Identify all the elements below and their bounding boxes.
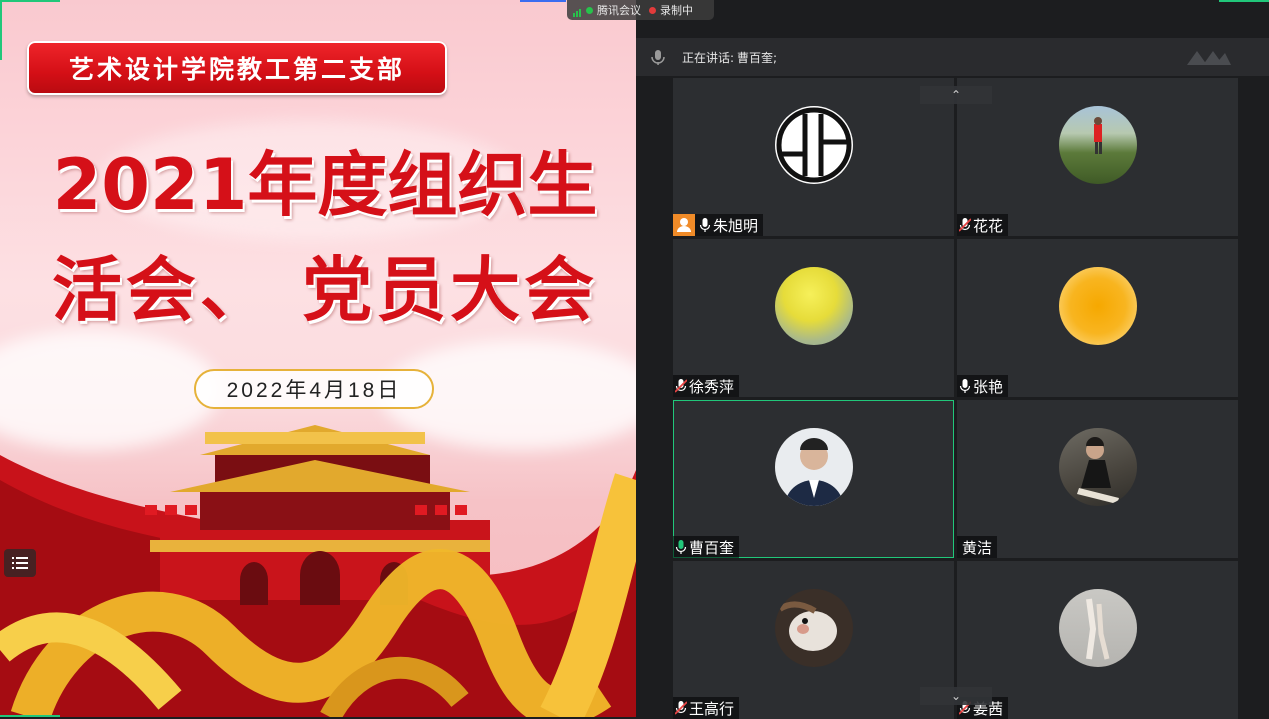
- share-border-corner: [1219, 0, 1269, 2]
- participant-name: 张艳: [973, 377, 1004, 396]
- participant-tile[interactable]: 张艳: [957, 239, 1238, 397]
- participant-nametag: 王高行: [673, 697, 740, 719]
- participant-tile[interactable]: 王高行: [673, 561, 954, 719]
- slide-date: 2022年4月18日: [194, 369, 434, 409]
- slide-title-line2: 活会、 党员大会: [51, 249, 599, 331]
- share-border-corner: [0, 0, 60, 2]
- participant-nametag: 花花: [957, 214, 1009, 236]
- mic-icon: [651, 50, 665, 65]
- mic-muted-icon: [959, 218, 971, 232]
- list-icon: [12, 557, 28, 569]
- mic-muted-icon: [675, 701, 687, 715]
- mic-on-icon: [699, 218, 711, 232]
- participant-tile[interactable]: 徐秀萍: [673, 239, 954, 397]
- participant-nametag: 朱旭明: [673, 214, 764, 236]
- mic-on-icon: [959, 379, 971, 393]
- participant-nametag: 徐秀萍: [673, 375, 740, 397]
- participant-name: 朱旭明: [713, 216, 759, 235]
- branch-banner: 艺术设计学院教工第二支部: [27, 41, 447, 95]
- participant-name: 黄洁: [962, 538, 993, 557]
- record-icon: [649, 6, 656, 14]
- chevron-up-icon: ⌃: [950, 88, 962, 102]
- share-border-corner: [520, 0, 566, 2]
- shared-slide: 艺术设计学院教工第二支部 2021年度组织生 活会、 党员大会 2022年4月1…: [0, 0, 636, 717]
- avatar: [774, 589, 853, 667]
- participant-tile[interactable]: 黄洁: [957, 400, 1238, 558]
- avatar: [774, 106, 853, 184]
- participant-name: 花花: [973, 216, 1004, 235]
- signal-icon: [573, 4, 582, 17]
- meeting-status-bar[interactable]: 腾讯会议 录制中: [567, 0, 714, 20]
- recording-label: 录制中: [660, 4, 693, 17]
- mic-muted-icon: [675, 379, 687, 393]
- scroll-up-button[interactable]: ⌃: [920, 86, 992, 104]
- slide-title-line1: 2021年度组织生: [52, 144, 598, 226]
- avatar: [774, 428, 853, 506]
- video-grid: 朱旭明 花花 徐秀萍 张艳 曹百奎 黄洁 王高行 姜茜 ⌃ ⌄: [673, 78, 1239, 719]
- participant-tile[interactable]: 花花: [957, 78, 1238, 236]
- avatar: [1058, 267, 1137, 345]
- participant-tile[interactable]: 朱旭明: [673, 78, 954, 236]
- scroll-down-button[interactable]: ⌄: [920, 687, 992, 705]
- window-control-icon[interactable]: [1185, 47, 1233, 67]
- app-name: 腾讯会议: [597, 4, 641, 17]
- participant-panel: 正在讲话: 曹百奎; 朱旭明 花花 徐秀萍 张艳 曹百奎 黄洁 王高行 姜茜 ⌃…: [636, 38, 1269, 719]
- avatar: [1058, 589, 1137, 667]
- shield-icon: [586, 6, 593, 14]
- speaking-name: 曹百奎;: [737, 50, 778, 65]
- avatar: [1058, 106, 1137, 184]
- tiananmen-illustration: [0, 425, 636, 717]
- speaking-bar: 正在讲话: 曹百奎;: [636, 38, 1269, 76]
- participant-tile[interactable]: 姜茜: [957, 561, 1238, 719]
- participant-name: 王高行: [689, 699, 735, 718]
- participant-nametag: 曹百奎: [673, 536, 740, 558]
- avatar: [774, 267, 853, 345]
- chevron-down-icon: ⌄: [950, 689, 962, 703]
- participant-name: 曹百奎: [689, 538, 735, 557]
- avatar: [1058, 428, 1137, 506]
- participant-nametag: 张艳: [957, 375, 1009, 397]
- speaking-label: 正在讲话:: [682, 50, 735, 65]
- participant-nametag: 黄洁: [957, 536, 998, 558]
- mic-active-icon: [675, 540, 687, 554]
- participant-tile-speaking[interactable]: 曹百奎: [673, 400, 954, 558]
- participant-name: 徐秀萍: [689, 377, 735, 396]
- share-border-corner: [0, 0, 2, 60]
- list-menu-button[interactable]: [4, 549, 36, 577]
- host-icon: [673, 214, 695, 236]
